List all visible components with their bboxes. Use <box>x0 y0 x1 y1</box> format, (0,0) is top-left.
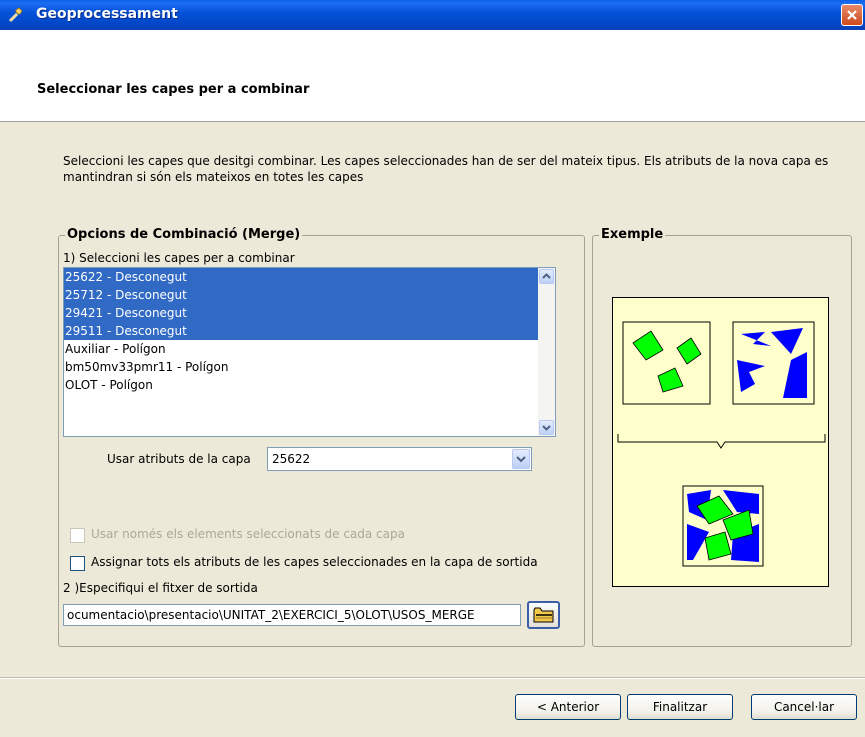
merge-example-illustration <box>612 297 829 587</box>
layer-item[interactable]: 25622 - Desconegut <box>64 268 542 286</box>
description-text: Seleccioni les capes que desitgi combina… <box>63 154 829 184</box>
layer-item[interactable]: Auxiliar - Polígon <box>64 340 542 358</box>
folder-icon <box>533 607 554 623</box>
close-icon <box>847 10 857 20</box>
layers-listbox[interactable]: 25622 - Desconegut 25712 - Desconegut 29… <box>63 267 556 437</box>
finish-button[interactable]: Finalitzar <box>627 694 733 720</box>
page-heading: Seleccionar les capes per a combinar <box>37 82 310 97</box>
attributes-layer-select[interactable]: 25622 <box>267 447 532 471</box>
attributes-select-value: 25622 <box>272 452 311 466</box>
layer-item[interactable]: 29421 - Desconegut <box>64 304 542 322</box>
merge-diagram <box>617 321 826 567</box>
previous-button[interactable]: < Anterior <box>515 694 621 720</box>
wizard-header: Seleccionar les capes per a combinar <box>0 30 865 122</box>
only-selected-label: Usar només els elements seleccionats de … <box>91 527 405 541</box>
layer-item[interactable]: 25712 - Desconegut <box>64 286 542 304</box>
layer-item[interactable]: bm50mv33pmr11 - Polígon <box>64 358 542 376</box>
title-bar: Geoprocessament <box>0 0 865 30</box>
step2-label: 2 )Especifiqui el fitxer de sortida <box>63 581 258 595</box>
example-title: Exemple <box>599 227 666 242</box>
layer-item[interactable]: 29511 - Desconegut <box>64 322 542 340</box>
assign-all-checkbox[interactable] <box>70 556 85 571</box>
only-selected-checkbox[interactable] <box>70 528 85 543</box>
close-button[interactable] <box>841 4 863 26</box>
chevron-down-icon <box>542 425 551 431</box>
window-title: Geoprocessament <box>36 6 178 22</box>
browse-button[interactable] <box>527 601 560 629</box>
scroll-down-button[interactable] <box>539 420 554 435</box>
attributes-label: Usar atributs de la capa <box>107 452 251 466</box>
step1-label: 1) Seleccioni les capes per a combinar <box>63 251 295 265</box>
output-path-value: ocumentacio\presentacio\UNITAT_2\EXERCIC… <box>67 608 475 622</box>
chevron-down-icon <box>516 456 526 463</box>
merge-options-title: Opcions de Combinació (Merge) <box>65 227 303 242</box>
dropdown-button[interactable] <box>512 449 530 469</box>
output-file-field[interactable]: ocumentacio\presentacio\UNITAT_2\EXERCIC… <box>63 604 521 626</box>
layers-scrollbar[interactable] <box>538 268 555 436</box>
cancel-button[interactable]: Cancel·lar <box>751 694 857 720</box>
scroll-up-button[interactable] <box>539 269 554 284</box>
wizard-footer: < Anterior Finalitzar Cancel·lar <box>0 679 865 737</box>
input-layer-a-frame <box>622 321 711 405</box>
merge-brace <box>617 434 826 449</box>
wrench-icon <box>8 7 23 23</box>
assign-all-label: Assignar tots els atributs de les capes … <box>91 555 538 569</box>
layer-item[interactable]: OLOT - Polígon <box>64 376 542 394</box>
chevron-up-icon <box>542 273 551 279</box>
